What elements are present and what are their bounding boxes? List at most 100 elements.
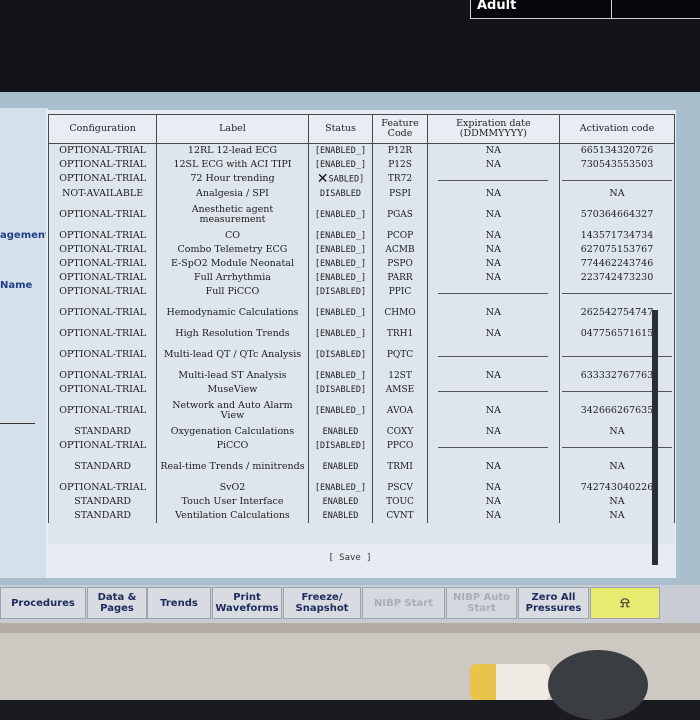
feature-code-cell: TRH1 xyxy=(372,326,428,341)
activation-code-cell: 774462243746 xyxy=(558,256,676,271)
alarm-button[interactable]: ⍾ xyxy=(590,587,660,619)
table-row: OPTIONAL-TRIAL Hemodynamic Calculations [E… xyxy=(47,298,676,327)
left-panel: agement Name xyxy=(0,108,50,578)
config-cell-text: OPTIONAL-TRIAL xyxy=(59,243,147,255)
status-cell: [ENABLED_] xyxy=(307,270,374,285)
config-cell: OPTIONAL-TRIAL xyxy=(47,270,158,285)
feature-code-cell-text: TRH1 xyxy=(386,328,414,339)
label-cell: Analgesia / SPI xyxy=(156,186,309,201)
table-row: OPTIONAL-TRIAL MuseView [DISABLED] AMSE xyxy=(47,382,676,397)
feature-code-cell-text: PARR xyxy=(387,272,413,283)
status-cell-text: [ENABLED_] xyxy=(314,258,367,269)
config-cell: OPTIONAL-TRIAL xyxy=(47,157,158,172)
menu-button-5[interactable]: Freeze/ Snapshot xyxy=(283,587,361,619)
expiration-cell-text: NA xyxy=(485,404,501,416)
feature-code-cell: AMSE xyxy=(372,382,428,397)
table-row: STANDARD Touch User Interface ENABLED TOUC N… xyxy=(47,494,676,509)
menu-button-6[interactable]: NIBP Start xyxy=(362,587,445,619)
status-cell: [DISABLED] xyxy=(307,382,374,397)
activation-code-cell-text: 742743040226 xyxy=(580,481,654,493)
patient-box-divider xyxy=(611,0,612,18)
menu-button-3[interactable]: Trends xyxy=(147,587,211,619)
expiration-cell: NA xyxy=(426,143,560,158)
save-button[interactable]: [ Save ] xyxy=(0,553,700,563)
feature-code-cell-text: PPCO xyxy=(386,440,414,451)
feature-code-cell: PQTC xyxy=(372,340,428,369)
label-cell-text: E-SpO2 Module Neonatal xyxy=(170,257,294,269)
table-row: NOT-AVAILABLE Analgesia / SPI DISABLED PSPI… xyxy=(47,186,676,201)
expiration-cell-text: NA xyxy=(485,369,501,381)
left-panel-line xyxy=(0,423,35,424)
status-cell: ENABLED xyxy=(307,424,374,439)
label-cell-text: Real-time Trends / minitrends xyxy=(160,460,305,472)
header-status: Status xyxy=(307,114,374,144)
table-row: OPTIONAL-TRIAL E-SpO2 Module Neonatal [ENA… xyxy=(47,256,676,271)
activation-code-cell: 570364664327 xyxy=(558,200,676,229)
expiration-cell: NA xyxy=(426,326,560,341)
expiration-cell: NA xyxy=(426,242,560,257)
scrollbar[interactable] xyxy=(652,310,658,565)
menu-button-2[interactable]: Data & Pages xyxy=(87,587,147,619)
status-cell: [ENABLED_] xyxy=(307,228,374,243)
label-cell-text: 12SL ECG with ACI TIPI xyxy=(173,158,292,170)
activation-code-cell-text: 047756571615 xyxy=(580,327,654,339)
status-cell: [ENABLED_] xyxy=(307,242,374,257)
status-cell: [DISABLED] xyxy=(307,284,374,299)
menu-button-8[interactable]: Zero All Pressures xyxy=(518,587,589,619)
status-cell-text: [ENABLED_] xyxy=(314,244,367,255)
header-expiration: Expiration date (DDMMYYYY) xyxy=(426,114,560,144)
trim-knob[interactable] xyxy=(548,650,648,720)
menu-button-4[interactable]: Print Waveforms xyxy=(212,587,282,619)
activation-code-cell xyxy=(558,171,676,187)
expiration-cell xyxy=(426,284,560,299)
activation-code-cell: NA xyxy=(558,186,676,201)
config-cell-text: OPTIONAL-TRIAL xyxy=(59,271,147,283)
status-cell-text: [ENABLED_] xyxy=(314,159,367,170)
feature-code-cell-text: PSCV xyxy=(387,482,413,493)
menu-button-7[interactable]: NIBP Auto Start xyxy=(446,587,517,619)
feature-code-cell-text: PCOP xyxy=(386,230,414,241)
label-cell-text: Analgesia / SPI xyxy=(196,187,269,199)
label-cell: 12RL 12-lead ECG xyxy=(156,143,309,158)
label-cell-text: Network and Auto Alarm View xyxy=(172,399,293,421)
feature-code-cell: TRMI xyxy=(372,452,428,481)
status-cell-text: ENABLED xyxy=(322,426,359,437)
label-cell-text: Multi-lead ST Analysis xyxy=(178,369,287,381)
feature-code-cell: PSPI xyxy=(372,186,428,201)
config-cell-text: OPTIONAL-TRIAL xyxy=(59,439,147,451)
status-cell: [ENABLED_] xyxy=(307,480,374,495)
config-cell: NOT-AVAILABLE xyxy=(47,186,158,201)
table-header-row: Configuration Label Status Feature Code … xyxy=(47,114,676,144)
config-cell-text: OPTIONAL-TRIAL xyxy=(59,257,147,269)
label-cell: MuseView xyxy=(156,382,309,397)
config-cell: OPTIONAL-TRIAL xyxy=(47,368,158,383)
status-cell-text: [ENABLED_] xyxy=(314,230,367,241)
expiration-cell: NA xyxy=(426,298,560,327)
blank-field-line xyxy=(438,390,549,392)
activation-code-cell: 665134320726 xyxy=(558,143,676,158)
feature-code-cell: 12ST xyxy=(372,368,428,383)
table-row: OPTIONAL-TRIAL Network and Auto Alarm Vie… xyxy=(47,396,676,425)
status-cell: [ENABLED_] xyxy=(307,396,374,425)
config-cell-text: STANDARD xyxy=(74,495,131,507)
activation-code-cell-text: 570364664327 xyxy=(580,208,654,220)
table-row: OPTIONAL-TRIAL SvO2 [ENABLED_] PSCV NA 742743… xyxy=(47,480,676,495)
menu-button-1[interactable]: Procedures xyxy=(0,587,86,619)
expiration-cell-text: NA xyxy=(485,229,501,241)
feature-code-cell-text: TRMI xyxy=(387,461,413,472)
patient-category-box[interactable]: Adult xyxy=(470,0,700,19)
expiration-cell-text: NA xyxy=(485,481,501,493)
status-cell: [ENABLED_] xyxy=(307,256,374,271)
expiration-cell-text: NA xyxy=(485,158,501,170)
activation-code-cell-text: NA xyxy=(609,509,625,521)
config-cell-text: OPTIONAL-TRIAL xyxy=(59,285,147,297)
feature-code-cell-text: PPIC xyxy=(388,286,412,297)
activation-code-cell: 730543553503 xyxy=(558,157,676,172)
expiration-cell-text: NA xyxy=(485,187,501,199)
label-cell: Touch User Interface xyxy=(156,494,309,509)
expiration-cell-text: NA xyxy=(485,271,501,283)
config-cell-text: OPTIONAL-TRIAL xyxy=(59,208,147,220)
feature-code-cell: P12S xyxy=(372,157,428,172)
activation-code-cell: 223742473230 xyxy=(558,270,676,285)
label-cell-text: Combo Telemetry ECG xyxy=(177,243,288,255)
